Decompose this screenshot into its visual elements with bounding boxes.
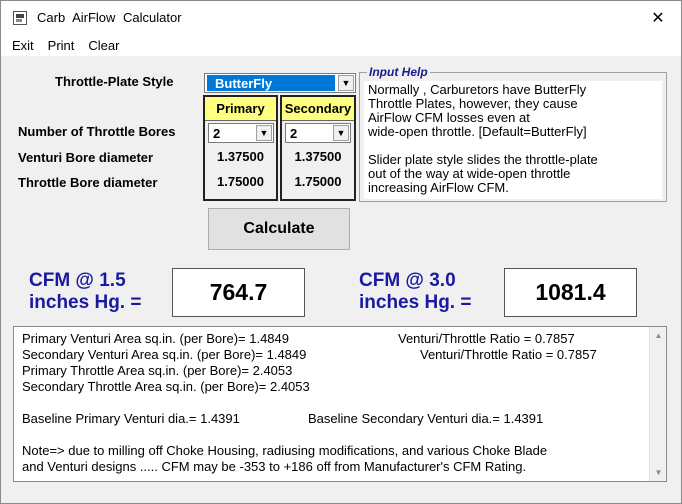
throttle-bore-label: Throttle Bore diameter bbox=[18, 175, 158, 190]
scroll-down-icon[interactable]: ▼ bbox=[650, 464, 667, 481]
help-line: wide-open throttle. [Default=ButterFly] bbox=[368, 124, 587, 139]
baseline-primary-venturi: Baseline Primary Venturi dia.= 1.4391 bbox=[22, 411, 240, 426]
scroll-up-icon[interactable]: ▲ bbox=[650, 327, 667, 344]
input-help-text: Normally , Carburetors have ButterFly Th… bbox=[364, 81, 662, 199]
venturi-label: Venturi Bore diameter bbox=[18, 150, 154, 165]
results-textarea[interactable]: Primary Venturi Area sq.in. (per Bore)= … bbox=[13, 326, 667, 482]
throttle-plate-label: Throttle-Plate Style bbox=[55, 74, 174, 89]
result-row: Secondary Throttle Area sq.in. (per Bore… bbox=[20, 379, 646, 395]
secondary-venturi-input[interactable]: 1.37500 bbox=[282, 149, 354, 164]
title-bar: Carb AirFlow Calculator ✕ bbox=[1, 1, 681, 34]
baseline-secondary-venturi: Baseline Secondary Venturi dia.= 1.4391 bbox=[308, 411, 544, 426]
results-content: Primary Venturi Area sq.in. (per Bore)= … bbox=[20, 331, 646, 475]
menu-exit[interactable]: Exit bbox=[12, 38, 34, 53]
secondary-throttle-input[interactable]: 1.75000 bbox=[282, 174, 354, 189]
chevron-down-icon[interactable]: ▼ bbox=[338, 75, 354, 91]
menu-bar: Exit Print Clear bbox=[1, 34, 681, 56]
input-help-legend: Input Help bbox=[367, 65, 430, 79]
chevron-down-icon[interactable]: ▼ bbox=[256, 125, 272, 141]
menu-clear[interactable]: Clear bbox=[88, 38, 119, 53]
primary-bores-value: 2 bbox=[213, 126, 221, 141]
secondary-venturi-ratio: Venturi/Throttle Ratio = 0.7857 bbox=[420, 347, 597, 362]
bores-label: Number of Throttle Bores bbox=[18, 124, 176, 139]
secondary-bores-value: 2 bbox=[290, 126, 298, 141]
app-window: Carb AirFlow Calculator ✕ Exit Print Cle… bbox=[0, 0, 682, 504]
primary-venturi-area: Primary Venturi Area sq.in. (per Bore)= … bbox=[22, 331, 289, 346]
primary-header: Primary bbox=[205, 97, 276, 121]
throttle-plate-select[interactable]: ButterFly ▼ bbox=[204, 73, 356, 93]
cfm-1-5-value: 764.7 bbox=[172, 268, 305, 317]
result-row: Note=> due to milling off Choke Housing,… bbox=[20, 443, 646, 459]
note-line-2: and Venturi designs ..... CFM may be -35… bbox=[22, 459, 527, 474]
throttle-plate-value: ButterFly bbox=[207, 75, 335, 91]
menu-print[interactable]: Print bbox=[48, 38, 75, 53]
results-scrollbar[interactable]: ▲ ▼ bbox=[649, 327, 666, 481]
help-line: AirFlow CFM losses even at bbox=[368, 110, 530, 125]
secondary-bores-select[interactable]: 2 ▼ bbox=[285, 123, 351, 143]
help-line: out of the way at wide-open throttle bbox=[368, 166, 571, 181]
secondary-venturi-area: Secondary Venturi Area sq.in. (per Bore)… bbox=[22, 347, 307, 362]
result-row: and Venturi designs ..... CFM may be -35… bbox=[20, 459, 646, 475]
secondary-throttle-area: Secondary Throttle Area sq.in. (per Bore… bbox=[22, 379, 310, 394]
help-line: increasing AirFlow CFM. bbox=[368, 180, 509, 195]
primary-throttle-input[interactable]: 1.75000 bbox=[205, 174, 276, 189]
primary-venturi-ratio: Venturi/Throttle Ratio = 0.7857 bbox=[398, 331, 575, 346]
input-help-group: Input Help Normally , Carburetors have B… bbox=[359, 65, 667, 202]
result-row: Primary Venturi Area sq.in. (per Bore)= … bbox=[20, 331, 646, 347]
cfm-3-0-label: CFM @ 3.0 inches Hg. = bbox=[359, 270, 471, 314]
cfm-3-0-value: 1081.4 bbox=[504, 268, 637, 317]
secondary-header: Secondary bbox=[282, 97, 354, 121]
cfm-1-5-label-line2: inches Hg. = bbox=[29, 292, 142, 313]
window-title: Carb AirFlow Calculator bbox=[37, 10, 182, 25]
cfm-1-5-label-line1: CFM @ 1.5 bbox=[29, 270, 126, 291]
result-row: Baseline Primary Venturi dia.= 1.4391 Ba… bbox=[20, 411, 646, 427]
primary-throttle-area: Primary Throttle Area sq.in. (per Bore)=… bbox=[22, 363, 293, 378]
close-button[interactable]: ✕ bbox=[635, 1, 681, 34]
cfm-3-0-label-line1: CFM @ 3.0 bbox=[359, 270, 456, 291]
note-line-1: Note=> due to milling off Choke Housing,… bbox=[22, 443, 548, 458]
help-line: Throttle Plates, however, they cause bbox=[368, 96, 578, 111]
calculate-button[interactable]: Calculate bbox=[208, 208, 350, 250]
help-line: Normally , Carburetors have ButterFly bbox=[368, 82, 587, 97]
result-row: Secondary Venturi Area sq.in. (per Bore)… bbox=[20, 347, 646, 363]
primary-venturi-input[interactable]: 1.37500 bbox=[205, 149, 276, 164]
cfm-3-0-label-line2: inches Hg. = bbox=[359, 292, 472, 313]
result-row: Primary Throttle Area sq.in. (per Bore)=… bbox=[20, 363, 646, 379]
chevron-down-icon[interactable]: ▼ bbox=[333, 125, 349, 141]
cfm-1-5-label: CFM @ 1.5 inches Hg. = bbox=[29, 270, 141, 314]
main-panel: Throttle-Plate Style ButterFly ▼ Primary… bbox=[1, 56, 681, 503]
app-icon bbox=[13, 11, 27, 25]
primary-bores-select[interactable]: 2 ▼ bbox=[208, 123, 274, 143]
help-line: Slider plate style slides the throttle-p… bbox=[368, 152, 598, 167]
